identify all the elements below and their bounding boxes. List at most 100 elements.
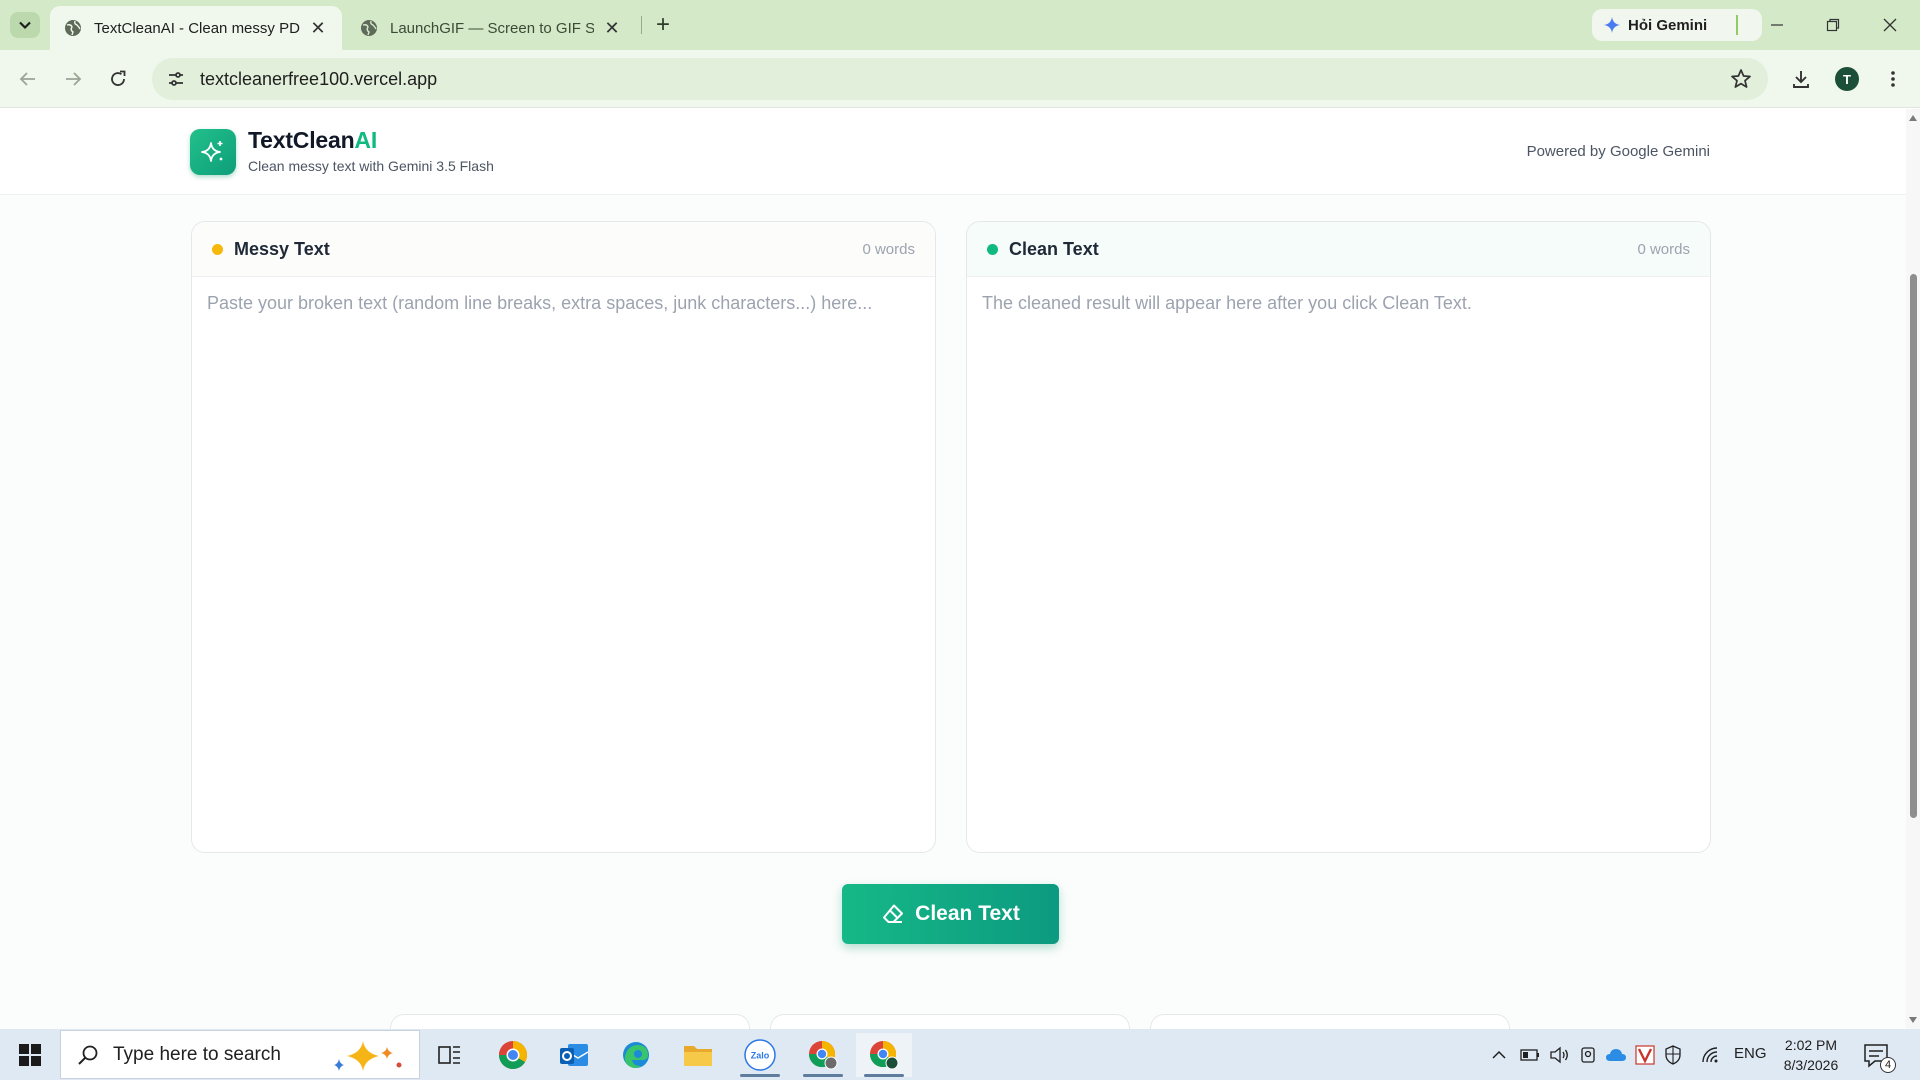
taskbar-chrome[interactable] — [485, 1033, 541, 1077]
feature-card — [390, 1014, 750, 1029]
minimize-icon — [1771, 24, 1783, 26]
profile-button[interactable]: T — [1832, 64, 1862, 94]
site-header: TextCleanAI Clean messy text with Gemini… — [0, 109, 1906, 195]
messy-panel-title: Messy Text — [234, 238, 330, 259]
taskbar-chrome-active[interactable] — [856, 1033, 912, 1077]
ask-gemini-label: Hỏi Gemini — [1628, 16, 1708, 34]
avatar: T — [1835, 67, 1859, 91]
chrome-active-icon — [869, 1040, 899, 1070]
input-language[interactable]: ENG — [1734, 1045, 1767, 1062]
page-scrollbar[interactable] — [1906, 109, 1920, 1029]
chevron-up-icon — [1492, 1050, 1506, 1059]
windows-taskbar: Type here to search Zalo ENG 2:02 PM 8/3… — [0, 1029, 1920, 1080]
gemini-separator — [1736, 15, 1738, 35]
minimize-button[interactable] — [1757, 10, 1797, 40]
outlook-icon — [560, 1044, 589, 1066]
folder-icon — [684, 1046, 712, 1066]
messy-panel-header: Messy Text 0 words — [192, 222, 935, 277]
chrome-profile-icon — [808, 1040, 838, 1070]
tab-title: TextCleanAI - Clean messy PDF — [94, 19, 300, 37]
v-keyboard-icon — [1635, 1045, 1655, 1065]
onedrive-tray[interactable] — [1604, 1043, 1628, 1067]
reload-button[interactable] — [102, 63, 134, 95]
globe-icon — [361, 20, 377, 36]
tab-textcleanai[interactable]: TextCleanAI - Clean messy PDF ✕ — [50, 6, 342, 50]
eraser-icon — [883, 904, 904, 923]
scroll-down-arrow-icon[interactable] — [1909, 1017, 1917, 1023]
taskbar-file-explorer[interactable] — [670, 1033, 726, 1077]
address-bar[interactable]: textcleanerfree100.vercel.app — [152, 58, 1768, 100]
tab-separator — [641, 16, 642, 34]
site-logo[interactable] — [190, 129, 236, 175]
browser-toolbar: textcleanerfree100.vercel.app T — [0, 50, 1920, 108]
scroll-up-arrow-icon[interactable] — [1909, 115, 1917, 121]
tab-search-button[interactable] — [10, 12, 40, 38]
cloud-icon — [1606, 1049, 1626, 1061]
messy-text-input[interactable] — [207, 293, 920, 837]
notification-count-badge: 4 — [1880, 1057, 1896, 1073]
task-view-icon — [438, 1046, 460, 1064]
network-tray[interactable] — [1698, 1043, 1722, 1067]
feature-card — [1150, 1014, 1510, 1029]
browser-menu-button[interactable] — [1878, 64, 1908, 94]
clean-word-count: 0 words — [1637, 240, 1690, 258]
meet-now-tray[interactable] — [1577, 1043, 1599, 1067]
close-tab-icon[interactable]: ✕ — [308, 18, 328, 38]
volume-tray[interactable] — [1547, 1043, 1571, 1067]
scroll-thumb[interactable] — [1910, 274, 1917, 818]
clean-text-button[interactable]: Clean Text — [842, 884, 1059, 944]
site-brand: TextCleanAI Clean messy text with Gemini… — [248, 127, 494, 174]
clean-result-area[interactable]: The cleaned result will appear here afte… — [967, 278, 1710, 852]
site-info-icon[interactable] — [166, 69, 186, 89]
taskbar-search-placeholder: Type here to search — [113, 1043, 281, 1065]
sparkles-icon — [201, 141, 223, 162]
restore-button[interactable] — [1813, 10, 1853, 40]
vietkey-tray[interactable] — [1634, 1043, 1656, 1067]
taskbar-outlook[interactable] — [546, 1033, 602, 1077]
copilot-sparkles-icon — [334, 1041, 402, 1071]
brand-tagline: Clean messy text with Gemini 3.5 Flash — [248, 158, 494, 174]
brand-name-accent: AI — [354, 127, 378, 153]
close-tab-icon[interactable]: ✕ — [602, 18, 622, 38]
powered-by-text: Powered by Google Gemini — [1526, 143, 1710, 160]
brand-name-main: TextClean — [248, 127, 355, 153]
reload-icon — [111, 70, 126, 86]
brand-name: TextCleanAI — [248, 127, 494, 154]
back-button[interactable] — [12, 63, 44, 95]
taskbar-edge[interactable] — [608, 1033, 664, 1077]
battery-tray[interactable] — [1518, 1043, 1542, 1067]
url-text: textcleanerfree100.vercel.app — [200, 68, 438, 89]
task-view-button[interactable] — [422, 1033, 478, 1077]
camera-icon — [1581, 1047, 1595, 1063]
taskbar-chrome-profile[interactable] — [795, 1033, 851, 1077]
security-tray[interactable] — [1662, 1043, 1684, 1067]
tab-launchgif[interactable]: LaunchGIF — Screen to GIF Stu ✕ — [346, 6, 636, 50]
download-icon — [1793, 71, 1809, 88]
clock-time: 2:02 PM — [1784, 1037, 1838, 1053]
messy-word-count: 0 words — [862, 240, 915, 258]
bookmark-star-icon[interactable] — [1730, 68, 1752, 90]
new-tab-button[interactable]: + — [650, 11, 676, 38]
search-icon — [78, 1045, 98, 1065]
clean-panel-title: Clean Text — [1009, 238, 1099, 259]
close-window-button[interactable] — [1870, 10, 1910, 40]
show-hidden-icons-button[interactable] — [1488, 1043, 1510, 1067]
shield-icon — [1665, 1045, 1681, 1065]
messy-panel-body — [192, 278, 935, 852]
browser-tab-bar: TextCleanAI - Clean messy PDF ✕ LaunchGI… — [0, 0, 1920, 50]
page-viewport: TextCleanAI Clean messy text with Gemini… — [0, 109, 1920, 1029]
taskbar-zalo[interactable]: Zalo — [732, 1033, 788, 1077]
clean-result-placeholder: The cleaned result will appear here afte… — [982, 293, 1472, 313]
start-button[interactable] — [8, 1039, 52, 1071]
taskbar-clock[interactable]: 2:02 PM 8/3/2026 — [1780, 1035, 1842, 1075]
battery-icon — [1520, 1049, 1539, 1061]
globe-icon — [65, 20, 81, 36]
zalo-icon: Zalo — [744, 1039, 776, 1071]
close-icon — [1883, 18, 1897, 32]
chrome-icon — [499, 1041, 527, 1069]
svg-text:Zalo: Zalo — [751, 1051, 770, 1061]
more-vertical-icon — [1891, 71, 1895, 87]
taskbar-search-box[interactable]: Type here to search — [60, 1030, 420, 1079]
downloads-button[interactable] — [1786, 64, 1816, 94]
forward-button[interactable] — [57, 63, 89, 95]
